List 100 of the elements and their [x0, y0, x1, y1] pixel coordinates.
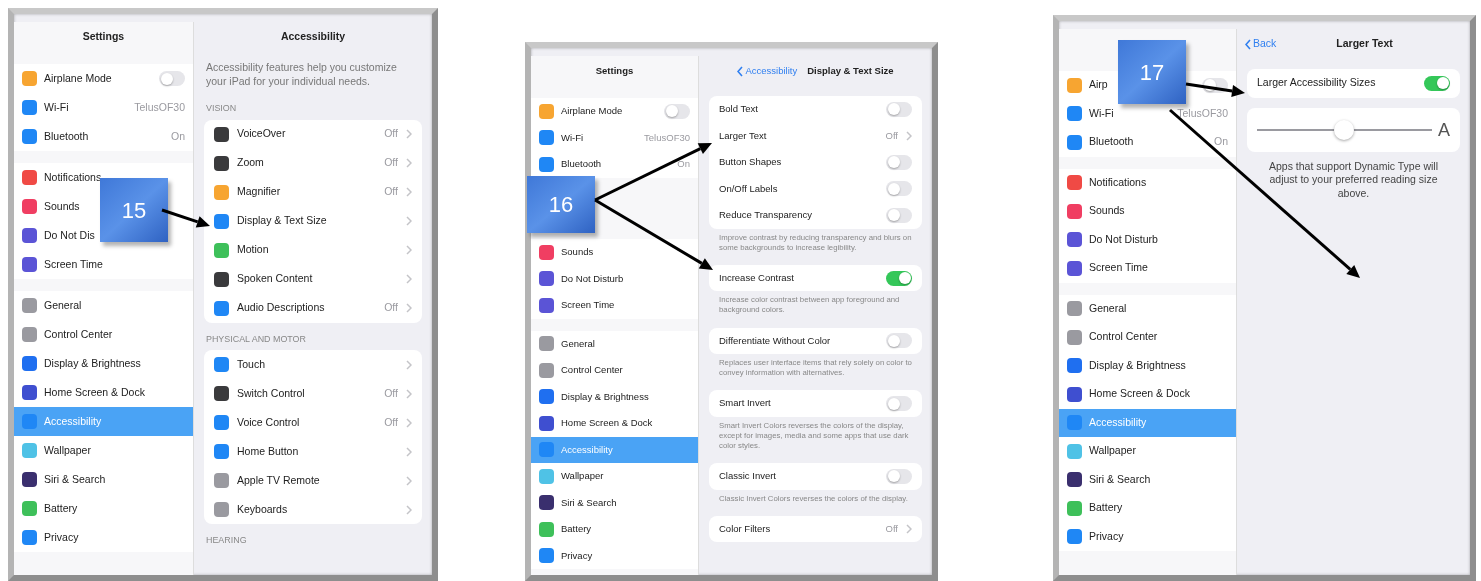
- item-value: On: [1214, 134, 1228, 150]
- sidebar-item[interactable]: Sounds: [1059, 197, 1133, 226]
- sidebar-item[interactable]: Control Center: [14, 320, 121, 349]
- sidebar-item[interactable]: General: [531, 330, 603, 357]
- toggle-switch[interactable]: [886, 396, 912, 411]
- sidebar-item[interactable]: Privacy: [14, 523, 87, 552]
- sidebar-item[interactable]: Airp: [1059, 71, 1116, 100]
- sidebar-item[interactable]: Wi-Fi: [14, 93, 77, 122]
- settings-row[interactable]: Reduce Transparency: [709, 202, 922, 229]
- item-value: On: [171, 128, 185, 144]
- sidebar-title: Settings: [82, 29, 125, 45]
- sidebar-item[interactable]: Battery: [531, 516, 600, 543]
- sidebar-item[interactable]: Screen Time: [1059, 254, 1156, 283]
- sidebar-item[interactable]: Sounds: [14, 192, 88, 221]
- settings-row[interactable]: Smart Invert: [709, 390, 922, 417]
- back-link[interactable]: Back: [1245, 36, 1277, 52]
- row-label: Audio Descriptions: [237, 300, 325, 316]
- settings-row[interactable]: Audio Descriptions Off: [204, 293, 422, 323]
- step-callout-tooltip: 15: [100, 178, 168, 242]
- row-label: Voice Control: [237, 414, 300, 430]
- settings-row[interactable]: Larger Text Off: [709, 122, 922, 149]
- sidebar-item[interactable]: Privacy: [1059, 522, 1132, 551]
- sidebar-item[interactable]: Do Not Dis: [14, 221, 103, 250]
- sidebar-item[interactable]: General: [1059, 294, 1135, 323]
- settings-row[interactable]: VoiceOver Off: [204, 119, 422, 149]
- sidebar-item[interactable]: Siri & Search: [531, 489, 625, 516]
- settings-row[interactable]: Display & Text Size: [204, 206, 422, 236]
- settings-row[interactable]: Differentiate Without Color: [709, 327, 922, 354]
- sidebar-item[interactable]: Do Not Disturb: [531, 265, 632, 292]
- sidebar-item[interactable]: Siri & Search: [14, 465, 114, 494]
- sidebar-item[interactable]: Wallpaper: [14, 436, 99, 465]
- sidebar-item[interactable]: Battery: [1059, 494, 1131, 523]
- row-value: Off: [384, 414, 398, 430]
- toggle-switch[interactable]: [886, 154, 912, 170]
- toggle-switch[interactable]: [886, 101, 912, 117]
- sidebar-item[interactable]: Bluetooth: [14, 122, 97, 151]
- sidebar-item[interactable]: Control Center: [531, 357, 631, 384]
- sidebar-item[interactable]: Screen Time: [531, 292, 623, 319]
- settings-row[interactable]: Switch Control Off: [204, 379, 422, 409]
- chevron-icon: [906, 130, 912, 141]
- row-label: Apple TV Remote: [237, 472, 320, 488]
- sidebar-item[interactable]: Screen Time: [14, 250, 111, 279]
- settings-row[interactable]: Motion: [204, 235, 422, 265]
- item-value: TelusOF30: [134, 99, 185, 115]
- settings-row[interactable]: Increase Contrast: [709, 264, 922, 292]
- toggle-switch[interactable]: [886, 181, 912, 197]
- sidebar-item[interactable]: Do Not Disturb: [1059, 225, 1166, 254]
- toggle-switch[interactable]: [159, 71, 185, 86]
- chevron-icon: [406, 187, 412, 198]
- settings-row[interactable]: Keyboards: [204, 495, 422, 525]
- item-value: TelusOF30: [1177, 105, 1228, 121]
- chevron-icon: [406, 303, 412, 314]
- settings-row[interactable]: Touch: [204, 350, 422, 380]
- settings-row[interactable]: Zoom Off: [204, 148, 422, 178]
- settings-row[interactable]: Home Button: [204, 437, 422, 467]
- sidebar-item[interactable]: Battery: [14, 494, 86, 523]
- settings-row[interactable]: Apple TV Remote: [204, 466, 422, 496]
- settings-row[interactable]: Color Filters Off: [709, 515, 922, 543]
- settings-row[interactable]: Button Shapes: [709, 149, 922, 176]
- back-link[interactable]: Accessibility: [737, 63, 798, 79]
- sidebar-item[interactable]: Sounds: [531, 239, 602, 266]
- toggle-switch[interactable]: [886, 468, 912, 484]
- section-header: HEARING: [205, 534, 248, 548]
- sidebar-item[interactable]: Control Center: [1059, 323, 1166, 352]
- sidebar-item[interactable]: Display & Brightness: [1059, 351, 1194, 380]
- sidebar-item[interactable]: Wallpaper: [531, 463, 612, 490]
- settings-row[interactable]: Spoken Content: [204, 264, 422, 294]
- settings-row[interactable]: Larger Accessibility Sizes: [1247, 69, 1460, 98]
- chevron-icon: [406, 274, 412, 285]
- settings-row[interactable]: Bold Text: [709, 96, 922, 123]
- row-label: Bold Text: [719, 102, 758, 117]
- toggle-switch[interactable]: [886, 270, 912, 286]
- sidebar-item[interactable]: Siri & Search: [1059, 465, 1159, 494]
- sidebar-item[interactable]: Bluetooth: [1059, 128, 1142, 157]
- chevron-icon: [406, 504, 412, 515]
- step-callout-tooltip: 17: [1118, 40, 1186, 104]
- sidebar-item[interactable]: Display & Brightness: [14, 349, 149, 378]
- chevron-icon: [406, 245, 412, 256]
- sidebar-item[interactable]: Display & Brightness: [531, 383, 657, 410]
- sidebar-item[interactable]: Airplane Mode: [14, 64, 120, 93]
- chevron-icon: [406, 359, 412, 370]
- toggle-switch[interactable]: [886, 207, 912, 223]
- settings-row[interactable]: Magnifier Off: [204, 177, 422, 207]
- sidebar-item[interactable]: Notifications: [1059, 168, 1155, 197]
- sidebar-item[interactable]: Home Screen & Dock: [14, 378, 153, 407]
- settings-row[interactable]: Classic Invert: [709, 463, 922, 490]
- toggle-switch[interactable]: [886, 333, 912, 349]
- sidebar-item[interactable]: Airplane Mode: [531, 98, 631, 125]
- sidebar-item[interactable]: Wi-Fi: [531, 124, 592, 151]
- sidebar-item[interactable]: Home Screen & Dock: [1059, 380, 1198, 409]
- toggle-switch[interactable]: [664, 103, 690, 119]
- sidebar-item[interactable]: Wallpaper: [1059, 437, 1144, 466]
- sidebar-item[interactable]: Bluetooth: [531, 151, 610, 178]
- sidebar-item[interactable]: General: [14, 291, 90, 320]
- settings-row[interactable]: Voice Control Off: [204, 408, 422, 438]
- toggle-switch[interactable]: [1424, 75, 1450, 91]
- sidebar-item[interactable]: Privacy: [531, 542, 601, 569]
- settings-row[interactable]: On/Off Labels: [709, 175, 922, 202]
- sidebar-item[interactable]: Home Screen & Dock: [531, 410, 661, 437]
- chevron-icon: [906, 524, 912, 534]
